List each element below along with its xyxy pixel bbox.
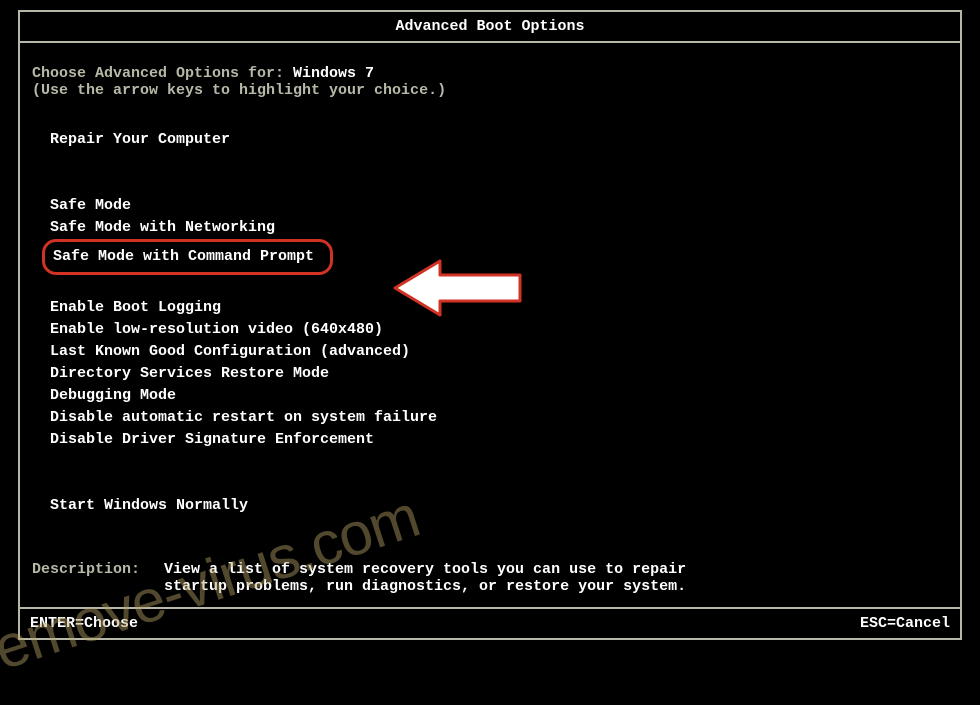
description-line2: startup problems, run diagnostics, or re… (164, 578, 686, 595)
menu-safe-mode-cmd-label: Safe Mode with Command Prompt (53, 248, 314, 265)
hint-text: (Use the arrow keys to highlight your ch… (32, 82, 948, 99)
menu-low-res-video[interactable]: Enable low-resolution video (640x480) (50, 319, 948, 341)
spacer (50, 275, 948, 297)
footer-bar: ENTER=Choose ESC=Cancel (20, 609, 960, 638)
window-title: Advanced Boot Options (20, 12, 960, 43)
menu-safe-mode[interactable]: Safe Mode (50, 195, 948, 217)
description-label: Description: (32, 561, 164, 595)
intro-prefix: Choose Advanced Options for: (32, 65, 293, 82)
highlight-annotation: Safe Mode with Command Prompt (42, 239, 333, 275)
menu-disable-driver-sig[interactable]: Disable Driver Signature Enforcement (50, 429, 948, 451)
menu-safe-mode-networking[interactable]: Safe Mode with Networking (50, 217, 948, 239)
intro-line: Choose Advanced Options for: Windows 7 (32, 65, 948, 82)
description-line1: View a list of system recovery tools you… (164, 561, 686, 578)
description-block: Description: View a list of system recov… (32, 561, 948, 595)
menu-debugging[interactable]: Debugging Mode (50, 385, 948, 407)
footer-enter-hint: ENTER=Choose (30, 615, 138, 632)
footer-esc-hint: ESC=Cancel (860, 615, 950, 632)
boot-menu: Repair Your Computer Safe Mode Safe Mode… (50, 129, 948, 517)
menu-start-normally[interactable]: Start Windows Normally (50, 495, 948, 517)
menu-boot-logging[interactable]: Enable Boot Logging (50, 297, 948, 319)
os-name: Windows 7 (293, 65, 374, 82)
boot-options-window: Advanced Boot Options Choose Advanced Op… (18, 10, 962, 640)
spacer (50, 451, 948, 495)
description-text: View a list of system recovery tools you… (164, 561, 686, 595)
menu-ds-restore[interactable]: Directory Services Restore Mode (50, 363, 948, 385)
menu-repair-computer[interactable]: Repair Your Computer (50, 129, 948, 151)
content-area: Choose Advanced Options for: Windows 7 (… (20, 43, 960, 609)
menu-last-known-good[interactable]: Last Known Good Configuration (advanced) (50, 341, 948, 363)
menu-safe-mode-cmd[interactable]: Safe Mode with Command Prompt (50, 239, 948, 275)
spacer (50, 151, 948, 195)
menu-disable-auto-restart[interactable]: Disable automatic restart on system fail… (50, 407, 948, 429)
